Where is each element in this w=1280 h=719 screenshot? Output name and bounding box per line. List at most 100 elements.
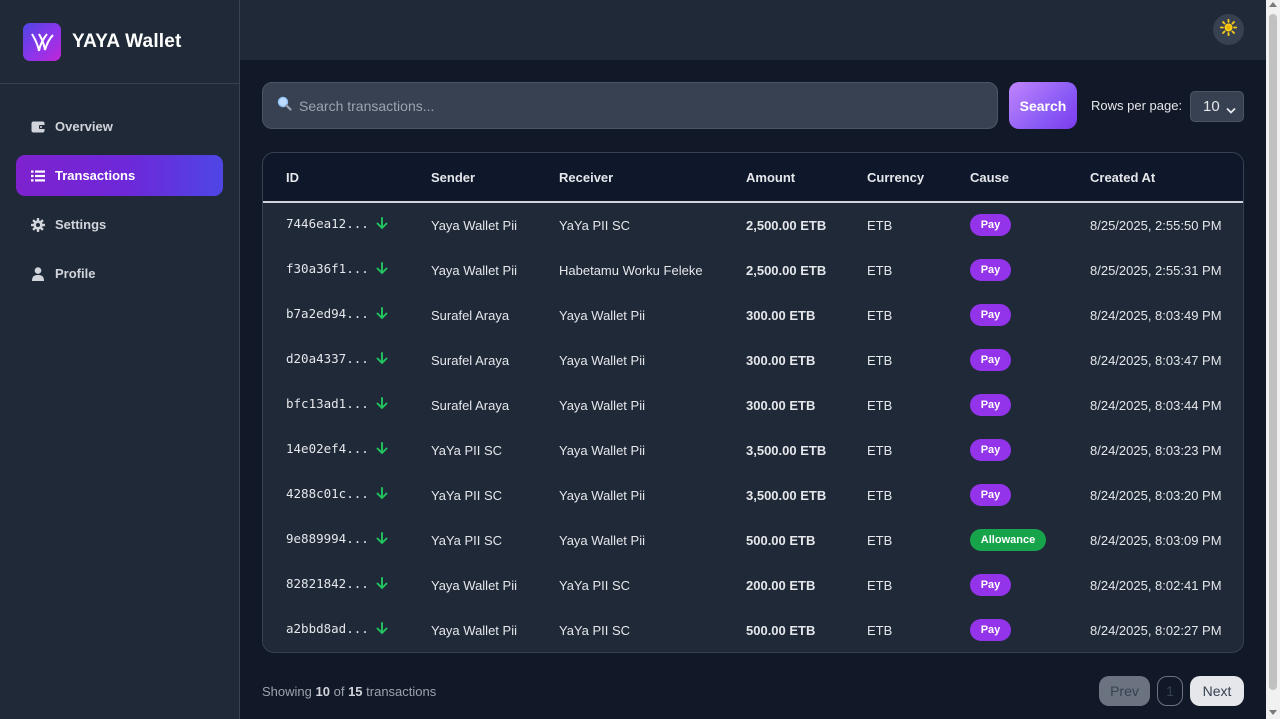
cause-badge: Pay (970, 619, 1011, 641)
cell-currency: ETB (867, 308, 893, 323)
sidebar-item-label: Overview (55, 119, 113, 134)
arrow-down-icon (376, 531, 388, 548)
arrow-down-icon (376, 576, 388, 593)
cell-receiver: YaYa PII SC (559, 623, 631, 638)
sidebar-item-settings[interactable]: Settings (16, 204, 223, 245)
cell-sender: Yaya Wallet Pii (431, 578, 517, 593)
transactions-table: ID Sender Receiver Amount Currency Cause… (262, 152, 1244, 653)
cell-created-at: 8/24/2025, 8:02:27 PM (1090, 623, 1222, 638)
showing-of: of (333, 684, 345, 699)
showing-count: 10 (315, 684, 330, 699)
search-box (262, 82, 998, 129)
showing-suffix: transactions (366, 684, 437, 699)
table-row[interactable]: 7446ea12... Yaya Wallet Pii YaYa PII SC 2,5… (263, 203, 1243, 248)
table-row[interactable]: a2bbd8ad... Yaya Wallet Pii YaYa PII SC 500… (263, 608, 1243, 652)
arrow-down-icon (376, 261, 388, 278)
cell-currency: ETB (867, 578, 893, 593)
cell-amount: 300.00 ETB (746, 353, 816, 368)
cell-id: bfc13ad1... (286, 396, 388, 413)
showing-total: 15 (348, 684, 363, 699)
cell-created-at: 8/24/2025, 8:03:47 PM (1090, 353, 1222, 368)
column-header-receiver: Receiver (559, 170, 614, 185)
sidebar-item-profile[interactable]: Profile (16, 253, 223, 294)
sun-icon (1219, 18, 1238, 41)
theme-toggle-button[interactable] (1213, 14, 1244, 45)
cell-currency: ETB (867, 623, 893, 638)
transaction-id: 9e889994... (286, 531, 369, 546)
cell-currency: ETB (867, 533, 893, 548)
cause-badge: Pay (970, 439, 1011, 461)
cell-created-at: 8/24/2025, 8:03:09 PM (1090, 533, 1222, 548)
cell-id: b7a2ed94... (286, 306, 388, 323)
cell-sender: YaYa PII SC (431, 533, 503, 548)
cell-receiver: Yaya Wallet Pii (559, 533, 645, 548)
sidebar-item-overview[interactable]: Overview (16, 106, 223, 147)
search-icon (277, 96, 292, 116)
search-button[interactable]: Search (1009, 82, 1077, 129)
sidebar-item-label: Transactions (55, 168, 136, 183)
rows-per-page-select[interactable]: 10 (1190, 91, 1244, 122)
cell-amount: 300.00 ETB (746, 398, 816, 413)
showing-summary: Showing 10 of 15 transactions (262, 684, 436, 699)
next-page-button[interactable]: Next (1190, 676, 1244, 706)
cell-amount: 200.00 ETB (746, 578, 816, 593)
cell-currency: ETB (867, 218, 893, 233)
list-icon (30, 168, 46, 184)
scroll-down-arrow-icon[interactable] (1269, 710, 1277, 715)
cell-sender: Surafel Araya (431, 308, 510, 323)
cell-created-at: 8/24/2025, 8:03:20 PM (1090, 488, 1222, 503)
cause-badge: Pay (970, 484, 1011, 506)
arrow-down-icon (376, 306, 388, 323)
cell-receiver: Yaya Wallet Pii (559, 353, 645, 368)
cause-badge: Allowance (970, 529, 1046, 551)
sidebar-item-transactions[interactable]: Transactions (16, 155, 223, 196)
page-number-button[interactable]: 1 (1157, 676, 1183, 706)
transaction-id: a2bbd8ad... (286, 621, 369, 636)
table-row[interactable]: b7a2ed94... Surafel Araya Yaya Wallet Pii 3… (263, 293, 1243, 338)
rows-per-page-label: Rows per page: (1091, 98, 1183, 113)
cell-id: 7446ea12... (286, 216, 388, 233)
table-row[interactable]: 82821842... Yaya Wallet Pii YaYa PII SC 200… (263, 563, 1243, 608)
arrow-down-icon (376, 216, 388, 233)
prev-page-button[interactable]: Prev (1099, 676, 1150, 706)
cell-id: a2bbd8ad... (286, 621, 388, 638)
rows-per-page-value: 10 (1203, 98, 1220, 115)
chevron-down-icon (1226, 102, 1236, 119)
cell-amount: 300.00 ETB (746, 308, 816, 323)
cell-id: d20a4337... (286, 351, 388, 368)
cell-created-at: 8/24/2025, 8:03:23 PM (1090, 443, 1222, 458)
page-scrollbar[interactable] (1266, 0, 1280, 719)
cell-id: 14e02ef4... (286, 441, 388, 458)
cell-currency: ETB (867, 398, 893, 413)
table-row[interactable]: 14e02ef4... YaYa PII SC Yaya Wallet Pii 3,5… (263, 428, 1243, 473)
cell-created-at: 8/25/2025, 2:55:50 PM (1090, 218, 1222, 233)
table-row[interactable]: f30a36f1... Yaya Wallet Pii Habetamu Worku… (263, 248, 1243, 293)
arrow-down-icon (376, 621, 388, 638)
showing-prefix: Showing (262, 684, 312, 699)
transaction-id: d20a4337... (286, 351, 369, 366)
table-row[interactable]: 9e889994... YaYa PII SC Yaya Wallet Pii 500… (263, 518, 1243, 563)
sidebar-nav: Overview Transactions Settings Profile (0, 84, 239, 294)
cell-receiver: Yaya Wallet Pii (559, 443, 645, 458)
cause-badge: Pay (970, 574, 1011, 596)
cell-currency: ETB (867, 443, 893, 458)
column-header-created-at: Created At (1090, 170, 1156, 185)
transaction-id: 14e02ef4... (286, 441, 369, 456)
cell-currency: ETB (867, 263, 893, 278)
scrollbar-thumb[interactable] (1269, 14, 1277, 690)
cell-receiver: Yaya Wallet Pii (559, 308, 645, 323)
table-row[interactable]: d20a4337... Surafel Araya Yaya Wallet Pii 3… (263, 338, 1243, 383)
search-input[interactable] (299, 97, 959, 114)
top-header (240, 0, 1266, 60)
column-header-cause: Cause (970, 170, 1010, 185)
cell-amount: 2,500.00 ETB (746, 263, 827, 278)
user-icon (30, 266, 46, 282)
cell-id: 4288c01c... (286, 486, 388, 503)
arrow-down-icon (376, 396, 388, 413)
table-row[interactable]: bfc13ad1... Surafel Araya Yaya Wallet Pii 3… (263, 383, 1243, 428)
cell-currency: ETB (867, 488, 893, 503)
scroll-up-arrow-icon[interactable] (1269, 2, 1277, 7)
transaction-id: b7a2ed94... (286, 306, 369, 321)
table-row[interactable]: 4288c01c... YaYa PII SC Yaya Wallet Pii 3,5… (263, 473, 1243, 518)
gear-icon (30, 217, 46, 233)
